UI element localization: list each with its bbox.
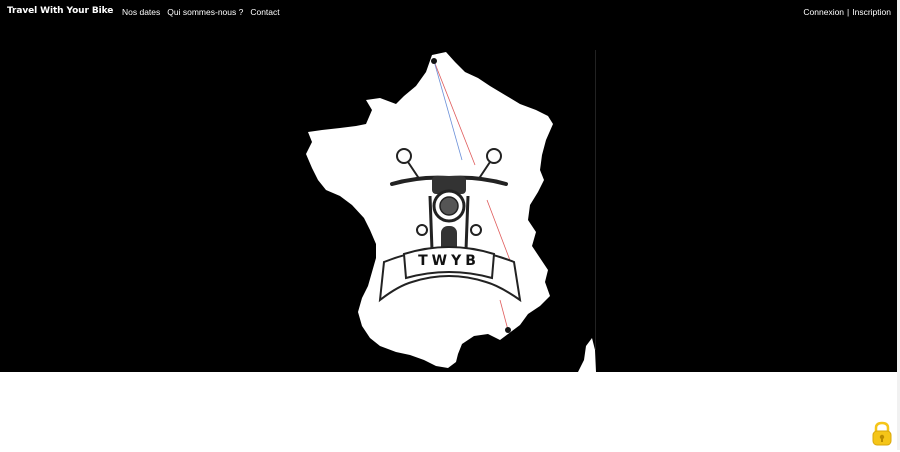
register-link[interactable]: Inscription bbox=[852, 7, 891, 17]
lock-button[interactable] bbox=[870, 421, 894, 447]
logo-text: TWYB bbox=[418, 253, 480, 269]
nav-link-nos-dates[interactable]: Nos dates bbox=[122, 7, 160, 17]
divider-line bbox=[595, 50, 596, 350]
top-navbar: Travel With Your Bike Nos dates Qui somm… bbox=[0, 0, 900, 24]
auth-separator: | bbox=[847, 7, 850, 17]
corsica-map-icon bbox=[578, 338, 596, 372]
nav-link-qui-sommes-nous[interactable]: Qui sommes-nous ? bbox=[167, 7, 243, 17]
nav-link-contact[interactable]: Contact bbox=[250, 7, 279, 17]
brand-link[interactable]: Travel With Your Bike bbox=[7, 6, 113, 16]
france-map: TWYB bbox=[306, 52, 596, 372]
login-link[interactable]: Connexion bbox=[803, 7, 844, 17]
lock-icon bbox=[872, 421, 892, 446]
nav-links: Nos dates Qui sommes-nous ? Contact bbox=[122, 7, 280, 17]
hero-section: TWYB Travel With Your Bike Nos dates Qui… bbox=[0, 0, 900, 372]
route-point-start[interactable] bbox=[431, 58, 437, 64]
route-point-end[interactable] bbox=[505, 327, 511, 333]
auth-links: Connexion | Inscription bbox=[803, 7, 891, 17]
